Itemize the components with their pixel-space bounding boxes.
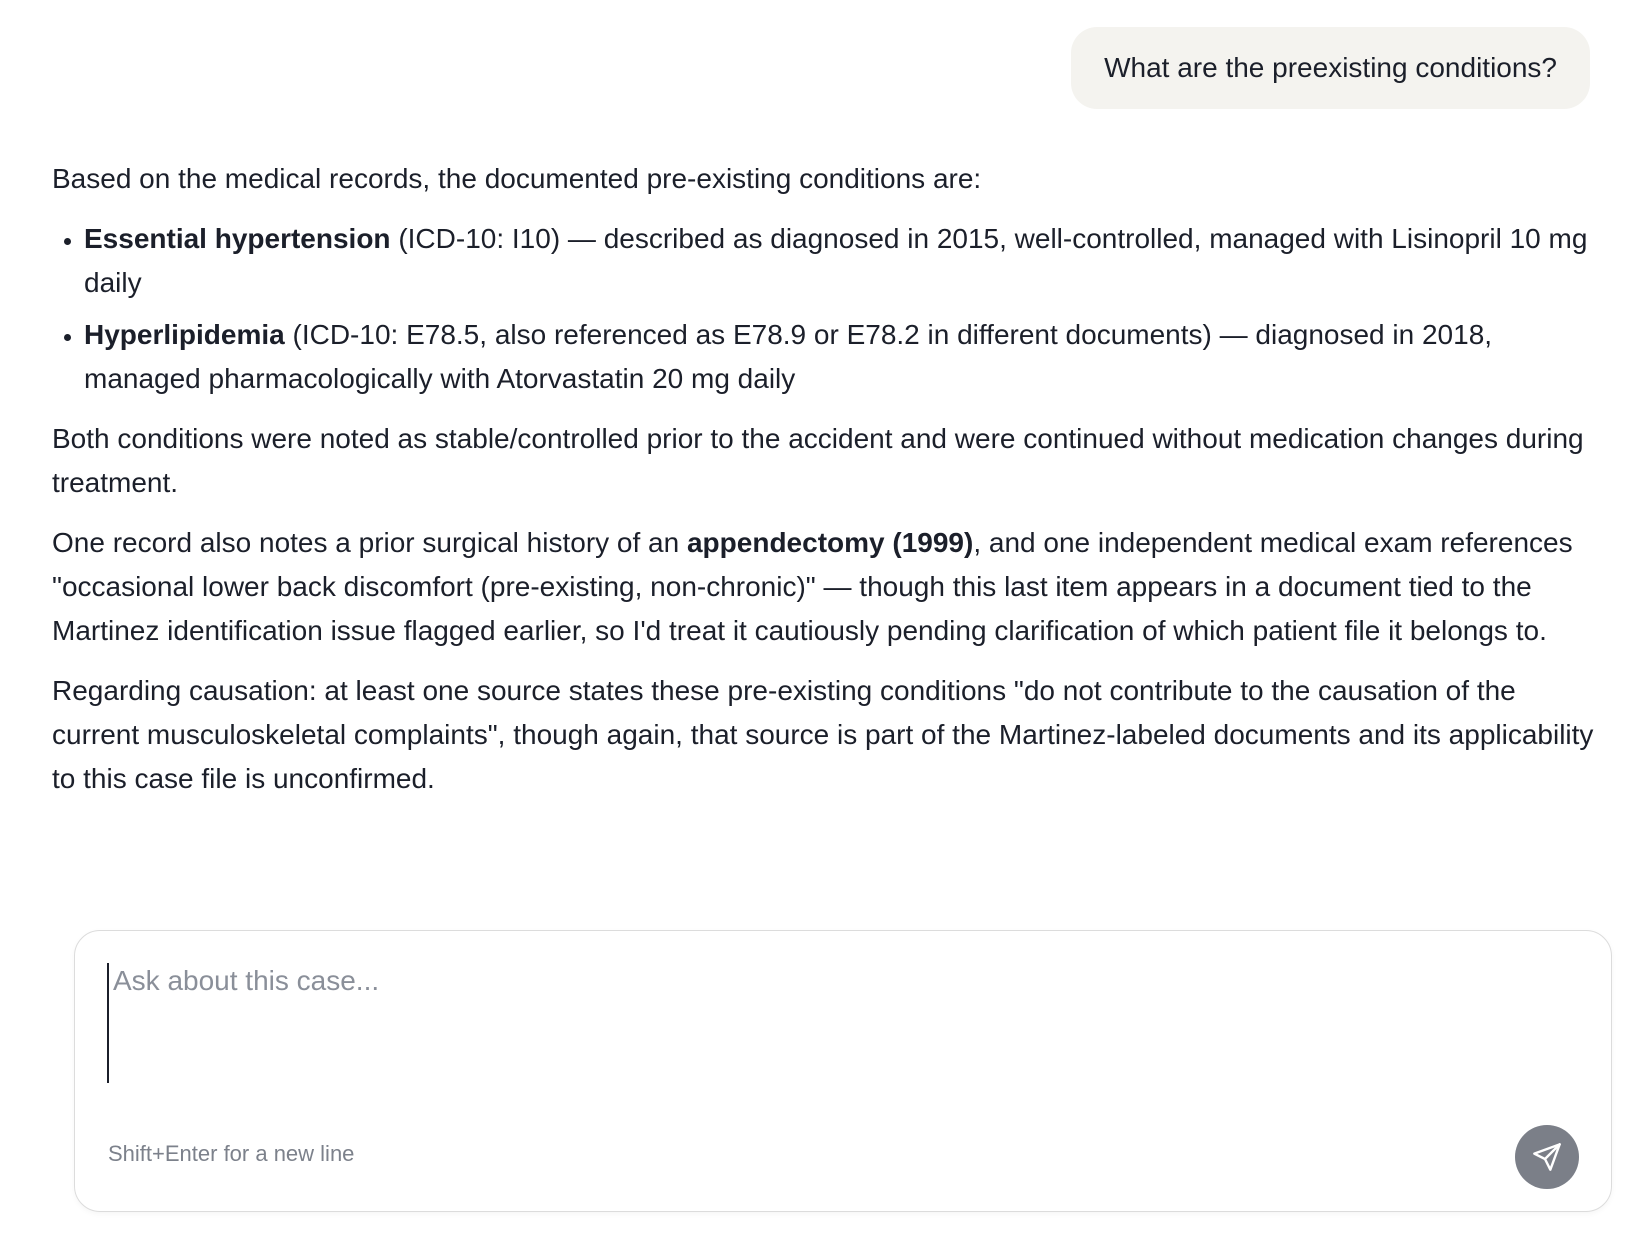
causation-paragraph: Regarding causation: at least one source…	[52, 675, 1594, 794]
surgical-history-paragraph: One record also notes a prior surgical h…	[52, 521, 1602, 653]
both-conditions-note: Both conditions were noted as stable/con…	[52, 423, 1584, 498]
condition-item: Essential hypertension (ICD-10: I10) — d…	[84, 217, 1602, 305]
answer-intro: Based on the medical records, the docume…	[52, 163, 982, 194]
composer-hint: Shift+Enter for a new line	[108, 1141, 355, 1166]
condition-detail: (ICD-10: E78.5, also referenced as E78.9…	[84, 319, 1493, 394]
chat-input[interactable]	[107, 963, 1573, 1083]
send-arrow-icon	[1533, 1143, 1561, 1171]
surgical-highlight: appendectomy (1999)	[686, 527, 974, 558]
chat-page: What are the preexisting conditions? Bas…	[0, 0, 1650, 1246]
user-message-text: What are the preexisting conditions?	[1104, 52, 1557, 83]
surgical-text-before: One record also notes a prior surgical h…	[52, 527, 687, 558]
send-button[interactable]	[1515, 1125, 1579, 1189]
user-message-bubble: What are the preexisting conditions?	[1071, 27, 1590, 109]
conditions-list: Essential hypertension (ICD-10: I10) — d…	[52, 217, 1602, 401]
condition-name: Essential hypertension	[84, 223, 391, 254]
assistant-response: Based on the medical records, the docume…	[52, 157, 1602, 817]
condition-name: Hyperlipidemia	[84, 319, 285, 350]
condition-item: Hyperlipidemia (ICD-10: E78.5, also refe…	[84, 313, 1602, 401]
message-composer: Shift+Enter for a new line	[74, 930, 1612, 1212]
